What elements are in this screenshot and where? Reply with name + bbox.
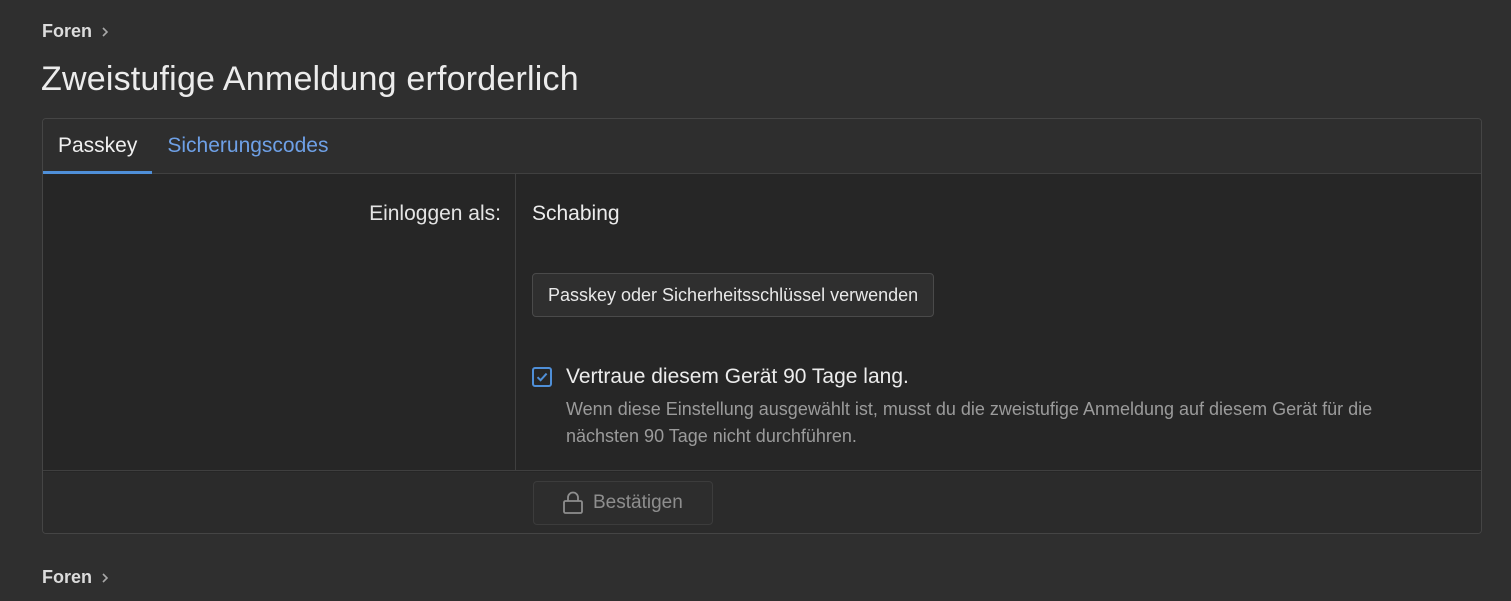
breadcrumb-bottom: Foren	[42, 567, 110, 588]
username-value: Schabing	[532, 202, 620, 225]
value-column: Schabing Passkey oder Sicherheitsschlüss…	[517, 174, 1481, 470]
tab-bar: Passkey Sicherungscodes	[43, 119, 1481, 174]
trust-device-hint: Wenn diese Einstellung ausgewählt ist, m…	[566, 399, 1373, 446]
breadcrumb-link-foren-bottom[interactable]: Foren	[42, 567, 92, 588]
checkmark-icon	[536, 372, 548, 382]
two-step-form: Passkey Sicherungscodes Einloggen als: S…	[42, 118, 1482, 534]
tab-passkey[interactable]: Passkey	[43, 119, 153, 174]
chevron-right-icon	[102, 26, 109, 37]
confirm-button-label: Bestätigen	[593, 492, 683, 513]
confirm-button[interactable]: Bestätigen	[533, 481, 713, 525]
page-title: Zweistufige Anmeldung erforderlich	[41, 60, 579, 98]
form-footer: Bestätigen	[43, 472, 1481, 533]
lock-icon	[563, 491, 583, 514]
label-column: Einloggen als:	[43, 174, 516, 470]
page: Foren Zweistufige Anmeldung erforderlich…	[0, 0, 1511, 601]
trust-device-label[interactable]: Vertraue diesem Gerät 90 Tage lang.	[566, 365, 909, 389]
tab-sicherungscodes[interactable]: Sicherungscodes	[152, 119, 343, 173]
breadcrumb-link-foren[interactable]: Foren	[42, 21, 92, 42]
login-as-label: Einloggen als:	[369, 202, 501, 225]
trust-device-checkbox[interactable]	[532, 367, 552, 387]
breadcrumb: Foren	[42, 21, 110, 42]
form-body: Einloggen als: Schabing Passkey oder Sic…	[43, 174, 1481, 471]
use-passkey-button[interactable]: Passkey oder Sicherheitsschlüssel verwen…	[532, 273, 935, 317]
chevron-right-icon	[102, 572, 109, 583]
